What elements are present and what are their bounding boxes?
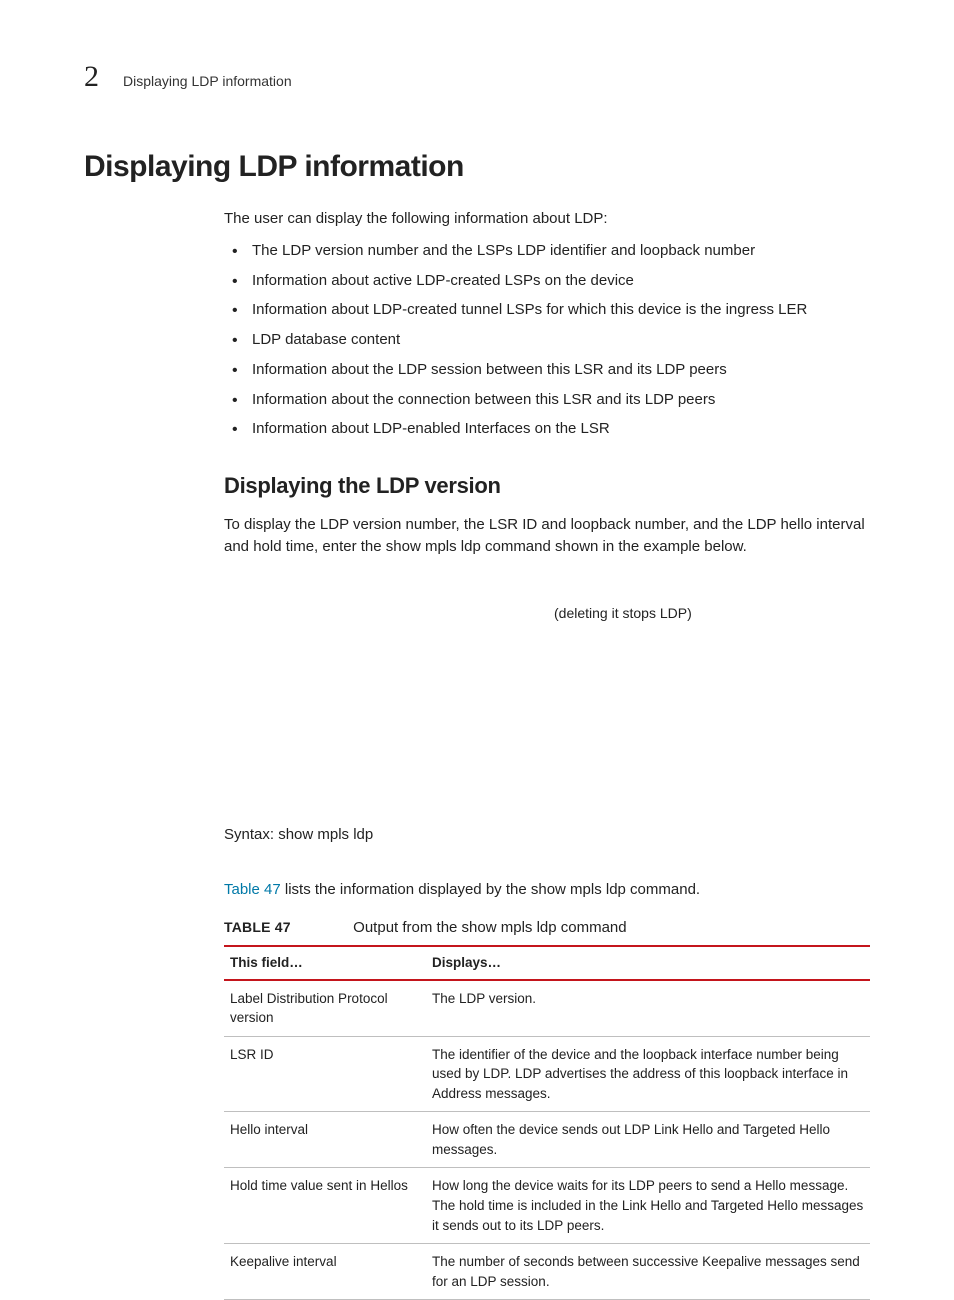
table-reference-line: Table 47 lists the information displayed… [224, 879, 870, 901]
table-row: Hello interval How often the device send… [224, 1112, 870, 1168]
subsection-title: Displaying the LDP version [224, 470, 870, 502]
bullet-list: The LDP version number and the LSPs LDP … [224, 240, 870, 440]
lead-paragraph: The user can display the following infor… [224, 208, 870, 230]
syntax-line: Syntax: show mpls ldp [224, 824, 870, 846]
table-header-row: This field… Displays… [224, 946, 870, 980]
list-item: Information about LDP-created tunnel LSP… [224, 299, 870, 321]
list-item: Information about active LDP-created LSP… [224, 270, 870, 292]
page: 2 Displaying LDP information Displaying … [0, 0, 954, 1235]
body-column: The user can display the following infor… [224, 208, 870, 1300]
running-head: 2 Displaying LDP information [84, 60, 870, 94]
table-header-cell: This field… [224, 946, 426, 980]
page-title: Displaying LDP information [84, 150, 870, 184]
table-row: Label Distribution Protocol version The … [224, 980, 870, 1037]
table-cell: Hold time value sent in Hellos [224, 1168, 426, 1244]
table-cell: The number of seconds between successive… [426, 1244, 870, 1300]
paragraph: To display the LDP version number, the L… [224, 514, 870, 558]
table-label: TABLE 47 [224, 917, 349, 937]
chapter-number: 2 [84, 60, 99, 94]
list-item: Information about the LDP session betwee… [224, 359, 870, 381]
table-cell: Hello interval [224, 1112, 426, 1168]
table-header-cell: Displays… [426, 946, 870, 980]
table-reference-text: lists the information displayed by the s… [281, 881, 700, 898]
aside-note: (deleting it stops LDP) [554, 603, 870, 623]
list-item: Information about LDP-enabled Interfaces… [224, 418, 870, 440]
list-item: LDP database content [224, 329, 870, 351]
table-caption: TABLE 47 Output from the show mpls ldp c… [224, 917, 870, 939]
output-table: This field… Displays… Label Distribution… [224, 945, 870, 1300]
table-row: Hold time value sent in Hellos How long … [224, 1168, 870, 1244]
table-cell: LSR ID [224, 1036, 426, 1112]
list-item: The LDP version number and the LSPs LDP … [224, 240, 870, 262]
list-item: Information about the connection between… [224, 389, 870, 411]
table-row: Keepalive interval The number of seconds… [224, 1244, 870, 1300]
table-cell: How often the device sends out LDP Link … [426, 1112, 870, 1168]
table-reference-link[interactable]: Table 47 [224, 881, 281, 898]
table-title: Output from the show mpls ldp command [353, 919, 626, 936]
running-head-title: Displaying LDP information [123, 73, 292, 89]
table-cell: Keepalive interval [224, 1244, 426, 1300]
table-cell: Label Distribution Protocol version [224, 980, 426, 1037]
table-cell: The LDP version. [426, 980, 870, 1037]
table-row: LSR ID The identifier of the device and … [224, 1036, 870, 1112]
table-cell: The identifier of the device and the loo… [426, 1036, 870, 1112]
table-cell: How long the device waits for its LDP pe… [426, 1168, 870, 1244]
